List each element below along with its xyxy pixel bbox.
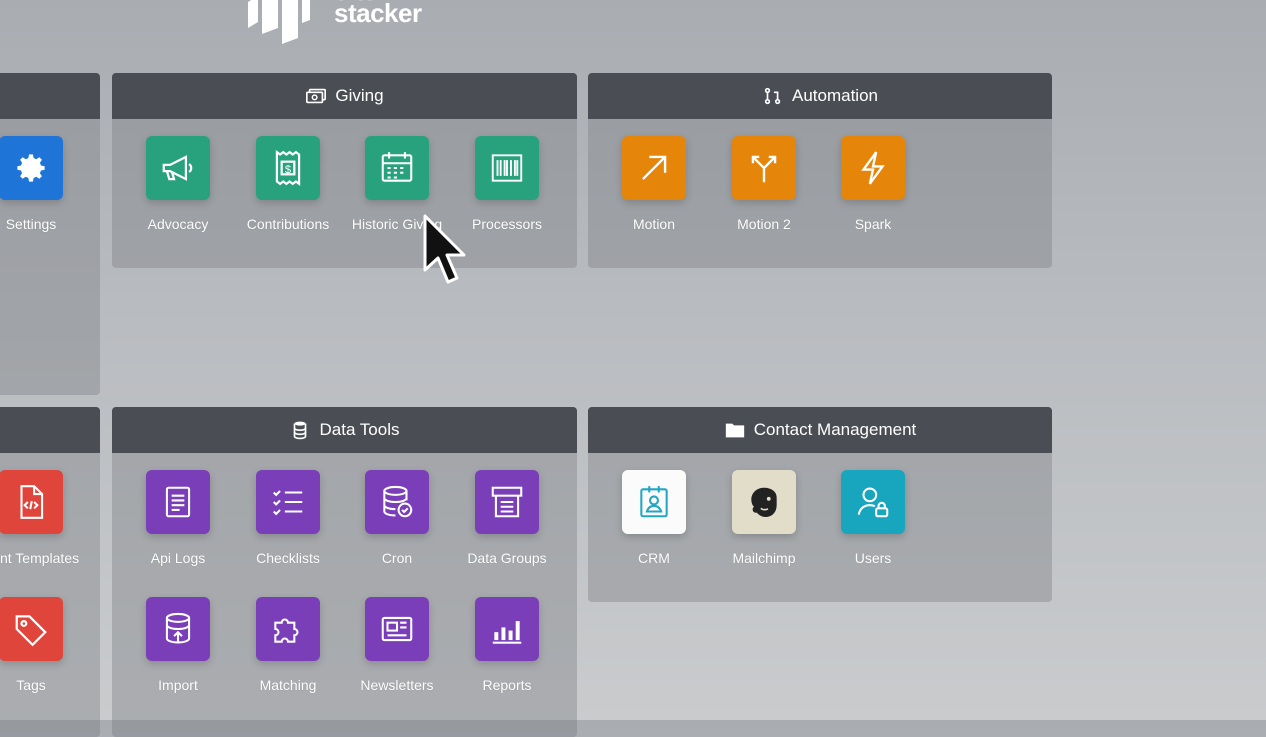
mouse-cursor-icon [423,214,466,284]
tile-label: Data Groups [467,550,547,566]
tag-icon [0,597,63,661]
mailchimp-icon [732,470,796,534]
logo-text-site: site [334,0,377,2]
tile-label: Api Logs [150,550,206,566]
panel-title: Contact Management [753,420,917,439]
tile-motion-2[interactable]: Motion 2 [709,136,819,233]
tile-label: Spark [854,216,892,232]
contact-management-panel-header: Contact Management [588,407,1052,453]
logo-mark-icon [248,0,330,44]
site-stacker-logo[interactable]: site stacker [248,0,422,44]
data-groups-icon [475,470,539,534]
barcode-icon [475,136,539,200]
panel-title: Automation [792,86,878,105]
panel-title: Data Tools [319,420,400,439]
tile-label: Matching [259,677,317,693]
data-tools-panel: Data Tools Api Logs Checklists Cron Data… [112,407,577,737]
tile-label: Mailchimp [732,550,796,566]
tile-newsletters[interactable]: Newsletters [342,597,452,694]
tile-label: Motion [632,216,676,232]
contact-card-icon [622,470,686,534]
receipt-icon: $ [256,136,320,200]
puzzle-icon [256,597,320,661]
newsletter-icon [365,597,429,661]
tile-data-groups[interactable]: Data Groups [452,470,562,567]
left-bottom-panel: Print Templates Tags [0,407,100,737]
calendar-icon [365,136,429,200]
money-icon [306,88,327,104]
tile-motion[interactable]: Motion [599,136,709,233]
document-icon [146,470,210,534]
tile-label: Settings [5,216,57,232]
tile-print-templates[interactable]: Print Templates [0,470,86,567]
tile-import[interactable]: Import [123,597,233,694]
tile-label: Tags [16,677,46,693]
giving-panel-header: Giving [112,73,577,119]
database-check-icon [365,470,429,534]
arrow-up-right-icon [622,136,686,200]
tile-label: Cron [381,550,413,566]
code-file-icon [0,470,63,534]
tile-label: Import [158,677,198,693]
tile-mailchimp[interactable]: Mailchimp [709,470,819,567]
folder-icon [725,423,744,438]
left-bottom-panel-header [0,407,100,453]
tile-tags[interactable]: Tags [0,597,86,694]
tile-label: Reports [482,677,532,693]
contact-management-panel: Contact Management CRM Mailchimp Users [588,407,1052,602]
tile-matching[interactable]: Matching [233,597,343,694]
database-import-icon [146,597,210,661]
tile-label: Contributions [246,216,330,232]
tile-settings[interactable]: Settings [0,136,86,233]
tile-label: CRM [638,550,670,566]
lightning-icon [841,136,905,200]
megaphone-icon [146,136,210,200]
tile-cron[interactable]: Cron [342,470,452,567]
tile-label: Users [854,550,892,566]
tile-contributions[interactable]: $ Contributions [233,136,343,233]
split-arrow-icon [732,136,796,200]
left-top-panel: Settings [0,73,100,395]
tile-label: Print Templates [0,550,80,566]
svg-text:$: $ [285,164,291,176]
tile-label: Checklists [256,550,320,566]
automation-panel: Automation Motion Motion 2 Spark [588,73,1052,268]
checklist-icon [256,470,320,534]
tile-label: Motion 2 [737,216,791,232]
panel-title: Giving [335,86,384,105]
tile-label: Advocacy [147,216,209,232]
left-top-panel-header [0,73,100,119]
tile-checklists[interactable]: Checklists [233,470,343,567]
tile-reports[interactable]: Reports [452,597,562,694]
giving-panel: Giving Advocacy $ Contributions Historic… [112,73,577,268]
database-icon [294,421,307,440]
tile-crm[interactable]: CRM [599,470,709,567]
tile-spark[interactable]: Spark [818,136,928,233]
tile-label: Newsletters [360,677,434,693]
flow-icon [764,87,781,105]
tile-advocacy[interactable]: Advocacy [123,136,233,233]
user-lock-icon [841,470,905,534]
data-tools-panel-header: Data Tools [112,407,577,453]
tile-api-logs[interactable]: Api Logs [123,470,233,567]
logo-text-stacker: stacker [334,0,422,28]
gear-icon [0,136,63,200]
tile-users[interactable]: Users [818,470,928,567]
bar-chart-icon [475,597,539,661]
automation-panel-header: Automation [588,73,1052,119]
